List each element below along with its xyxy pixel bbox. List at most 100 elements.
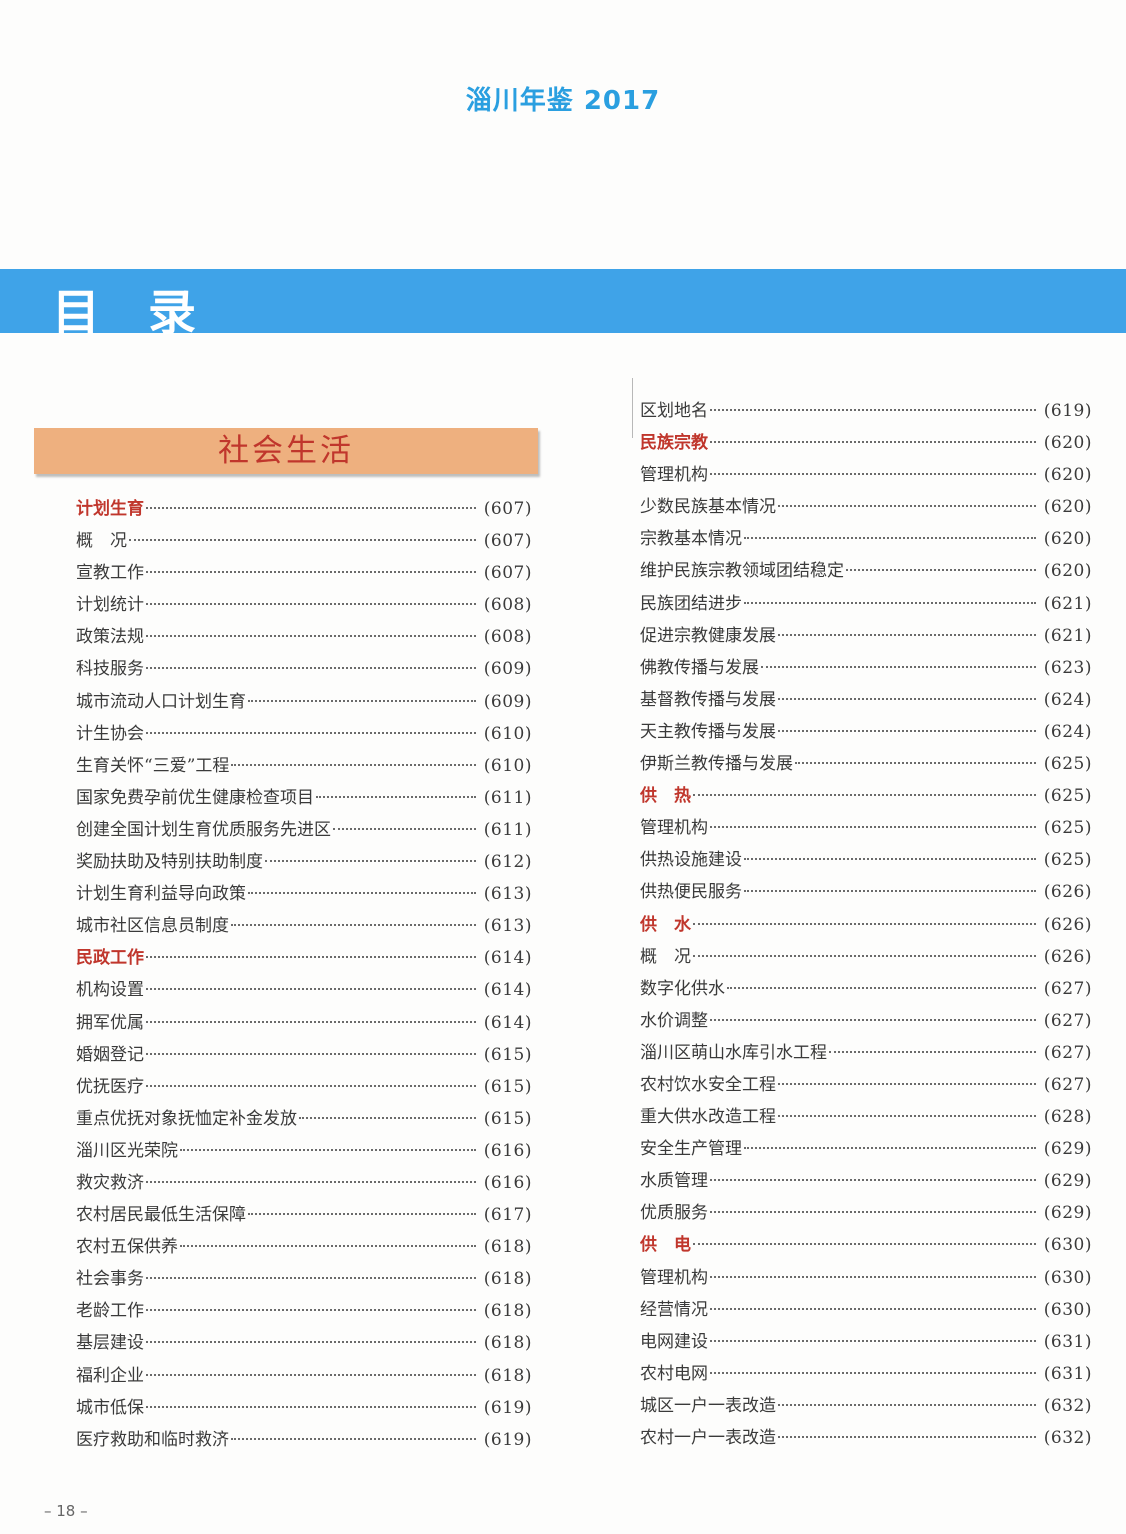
toc-entry-page: (625): [1043, 850, 1092, 871]
toc-section-heading[interactable]: 民族宗教 (620): [640, 427, 1092, 459]
toc-entry[interactable]: 基督教传播与发展 (624): [640, 684, 1092, 716]
dot-leader: [316, 795, 476, 798]
toc-entry-page: (617): [483, 1205, 532, 1226]
toc-entry[interactable]: 供热设施建设 (625): [640, 844, 1092, 876]
toc-entry[interactable]: 农村五保供养 (618): [76, 1231, 532, 1263]
toc-entry[interactable]: 管理机构 (630): [640, 1262, 1092, 1294]
toc-entry-label: 安全生产管理: [640, 1139, 742, 1160]
yearbook-title: 淄川年鉴 2017: [465, 86, 661, 116]
toc-entry[interactable]: 水价调整 (627): [640, 1005, 1092, 1037]
toc-entry[interactable]: 电网建设 (631): [640, 1326, 1092, 1358]
toc-entry[interactable]: 农村一户一表改造 (632): [640, 1422, 1092, 1454]
toc-entry-page: (609): [483, 691, 532, 712]
toc-entry[interactable]: 宗教基本情况 (620): [640, 523, 1092, 555]
toc-section-heading[interactable]: 计划生育 (607): [76, 493, 532, 525]
toc-banner-title: 目录: [52, 285, 245, 341]
toc-entry[interactable]: 供热便民服务 (626): [640, 876, 1092, 908]
toc-entry-label: 农村电网: [640, 1363, 708, 1384]
toc-section-heading[interactable]: 供 电 (630): [640, 1229, 1092, 1261]
toc-entry-label: 国家免费孕前优生健康检查项目: [76, 787, 314, 808]
toc-entry[interactable]: 城市低保 (619): [76, 1392, 532, 1424]
toc-entry[interactable]: 重大供水改造工程 (628): [640, 1101, 1092, 1133]
toc-entry[interactable]: 计划统计 (608): [76, 589, 532, 621]
toc-entry-label: 计划生育: [76, 499, 144, 519]
toc-entry[interactable]: 概 况 (626): [640, 941, 1092, 973]
toc-entry-page: (620): [1043, 433, 1092, 454]
toc-entry[interactable]: 老龄工作 (618): [76, 1295, 532, 1327]
toc-entry[interactable]: 淄川区萌山水库引水工程 (627): [640, 1037, 1092, 1069]
toc-entry[interactable]: 救灾救济 (616): [76, 1167, 532, 1199]
toc-entry[interactable]: 机构设置 (614): [76, 974, 532, 1006]
toc-entry[interactable]: 农村电网 (631): [640, 1358, 1092, 1390]
toc-entry[interactable]: 城市流动人口计划生育 (609): [76, 686, 532, 718]
toc-section-heading[interactable]: 民政工作 (614): [76, 942, 532, 974]
toc-entry[interactable]: 政策法规 (608): [76, 621, 532, 653]
toc-entry[interactable]: 创建全国计划生育优质服务先进区 (611): [76, 814, 532, 846]
toc-entry-page: (613): [483, 884, 532, 905]
toc-section-heading[interactable]: 供 水 (626): [640, 909, 1092, 941]
toc-entry[interactable]: 婚姻登记 (615): [76, 1039, 532, 1071]
toc-entry-label: 奖励扶助及特别扶助制度: [76, 852, 263, 873]
toc-entry[interactable]: 宣教工作 (607): [76, 557, 532, 589]
toc-entry[interactable]: 医疗救助和临时救济 (619): [76, 1424, 532, 1456]
toc-entry[interactable]: 伊斯兰教传播与发展 (625): [640, 748, 1092, 780]
toc-entry[interactable]: 拥军优属 (614): [76, 1007, 532, 1039]
toc-entry[interactable]: 数字化供水 (627): [640, 973, 1092, 1005]
toc-entry[interactable]: 农村饮水安全工程 (627): [640, 1069, 1092, 1101]
toc-entry[interactable]: 国家免费孕前优生健康检查项目 (611): [76, 782, 532, 814]
toc-entry-label: 概 况: [640, 946, 691, 967]
dot-leader: [710, 1018, 1036, 1021]
toc-entry-page: (625): [1043, 754, 1092, 775]
toc-entry[interactable]: 管理机构 (620): [640, 459, 1092, 491]
toc-entry[interactable]: 生育关怀“三爱”工程 (610): [76, 750, 532, 782]
toc-entry[interactable]: 经营情况 (630): [640, 1294, 1092, 1326]
toc-entry-page: (607): [483, 499, 532, 519]
toc-entry[interactable]: 奖励扶助及特别扶助制度 (612): [76, 846, 532, 878]
toc-entry[interactable]: 优质服务 (629): [640, 1197, 1092, 1229]
toc-section-heading[interactable]: 供 热 (625): [640, 780, 1092, 812]
toc-entry-label: 城市低保: [76, 1397, 144, 1418]
toc-entry[interactable]: 科技服务 (609): [76, 653, 532, 685]
toc-entry-label: 管理机构: [640, 818, 708, 839]
toc-entry[interactable]: 优抚医疗 (615): [76, 1071, 532, 1103]
dot-leader: [778, 1114, 1036, 1118]
dot-leader: [795, 761, 1036, 765]
toc-entry-page: (631): [1043, 1363, 1092, 1384]
page-number: – 18 –: [44, 1502, 88, 1520]
toc-entry-page: (629): [1043, 1139, 1092, 1160]
toc-entry[interactable]: 基层建设 (618): [76, 1327, 532, 1359]
toc-entry[interactable]: 城区一户一表改造 (632): [640, 1390, 1092, 1422]
dot-leader: [333, 827, 476, 830]
dot-leader: [146, 987, 476, 991]
toc-entry-label: 重点优抚对象抚恤定补金发放: [76, 1108, 297, 1129]
toc-entry[interactable]: 区划地名 (619): [640, 395, 1092, 427]
toc-entry-page: (620): [1043, 529, 1092, 550]
toc-entry[interactable]: 概 况 (607): [76, 525, 532, 557]
toc-entry[interactable]: 淄川区光荣院 (616): [76, 1135, 532, 1167]
toc-entry[interactable]: 天主教传播与发展 (624): [640, 716, 1092, 748]
toc-entry[interactable]: 促进宗教健康发展 (621): [640, 620, 1092, 652]
toc-entry-label: 供 电: [640, 1235, 691, 1256]
toc-entry-label: 供 水: [640, 914, 691, 935]
toc-entry[interactable]: 佛教传播与发展 (623): [640, 652, 1092, 684]
toc-entry[interactable]: 重点优抚对象抚恤定补金发放 (615): [76, 1103, 532, 1135]
toc-entry[interactable]: 管理机构 (625): [640, 812, 1092, 844]
toc-entry[interactable]: 维护民族宗教领域团结稳定 (620): [640, 555, 1092, 587]
toc-entry[interactable]: 计生协会 (610): [76, 718, 532, 750]
toc-entry-page: (629): [1043, 1203, 1092, 1224]
toc-entry[interactable]: 水质管理 (629): [640, 1165, 1092, 1197]
section-heading-box: 社会生活: [34, 428, 538, 474]
dot-leader: [146, 602, 476, 606]
toc-entry[interactable]: 农村居民最低生活保障 (617): [76, 1199, 532, 1231]
toc-entry[interactable]: 社会事务 (618): [76, 1263, 532, 1295]
toc-entry[interactable]: 少数民族基本情况 (620): [640, 491, 1092, 523]
toc-entry-page: (631): [1043, 1331, 1092, 1352]
toc-entry[interactable]: 民族团结进步 (621): [640, 588, 1092, 620]
toc-entry[interactable]: 城市社区信息员制度 (613): [76, 910, 532, 942]
toc-entry[interactable]: 计划生育利益导向政策 (613): [76, 878, 532, 910]
dot-leader: [180, 1244, 476, 1248]
toc-entry[interactable]: 安全生产管理 (629): [640, 1133, 1092, 1165]
toc-entry-label: 概 况: [76, 531, 127, 552]
toc-entry-page: (632): [1043, 1395, 1092, 1416]
toc-entry[interactable]: 福利企业 (618): [76, 1360, 532, 1392]
